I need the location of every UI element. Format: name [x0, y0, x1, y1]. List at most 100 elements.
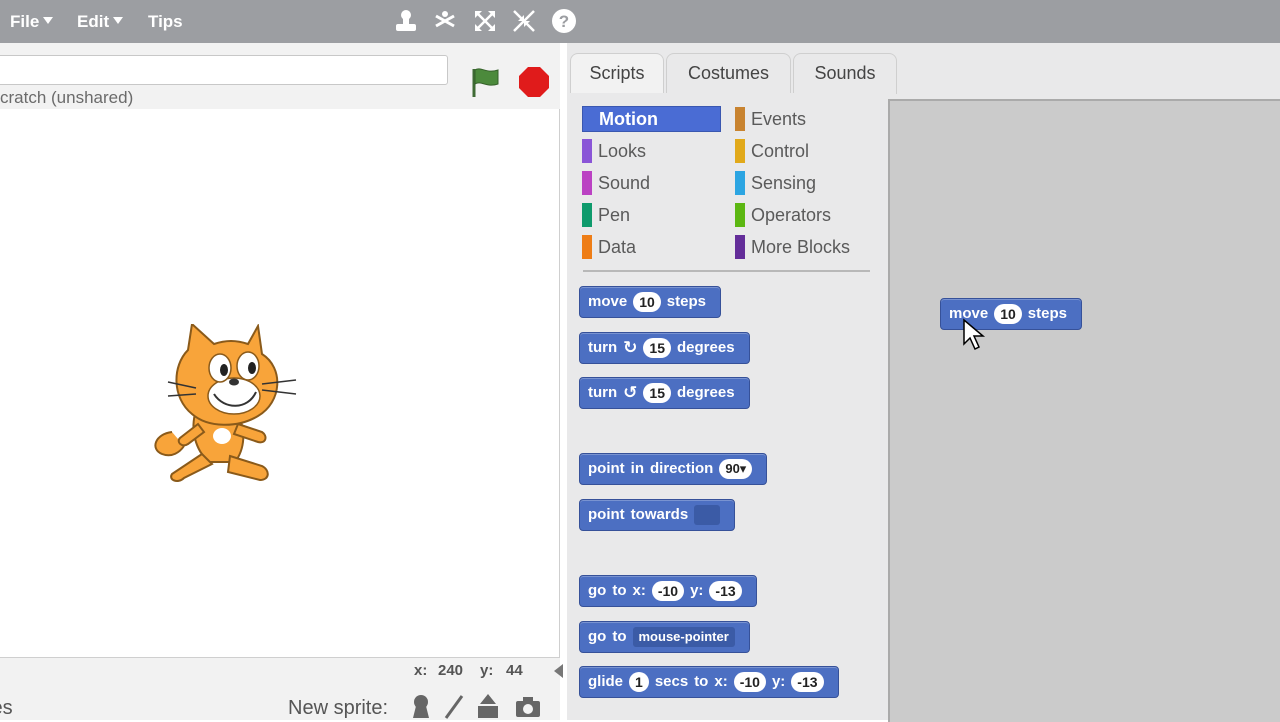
block-word: y:	[690, 582, 704, 600]
upload-sprite-icon[interactable]	[474, 692, 502, 720]
y-input[interactable]: -13	[791, 672, 824, 693]
category-swatch	[735, 139, 745, 163]
block-turn-left[interactable]: turn ↺ 15 degrees	[579, 377, 750, 409]
towards-dropdown[interactable]	[694, 505, 721, 526]
category-label: Sensing	[751, 173, 817, 193]
category-swatch	[582, 235, 592, 259]
green-flag-icon[interactable]	[468, 65, 502, 99]
category-swatch	[735, 203, 745, 227]
category-label: Data	[598, 237, 637, 257]
block-word: go	[588, 628, 607, 646]
category-data[interactable]: Data	[582, 235, 722, 259]
category-control[interactable]: Control	[735, 139, 875, 163]
block-word: direction	[650, 460, 714, 478]
mouse-y-label: y:	[480, 662, 494, 679]
category-swatch	[582, 139, 592, 163]
block-point-in-direction[interactable]: point in direction 90▾	[579, 453, 768, 485]
category-label: Control	[751, 141, 810, 161]
choose-sprite-library-icon[interactable]	[407, 692, 435, 720]
block-word: go	[588, 582, 607, 600]
category-label: Operators	[751, 205, 832, 225]
category-label: Pen	[598, 205, 631, 225]
block-move-steps[interactable]: move 10 steps	[579, 286, 721, 318]
duplicate-stamp-icon[interactable]	[393, 8, 419, 34]
cat-sprite[interactable]	[150, 324, 300, 484]
category-label: More Blocks	[751, 237, 851, 257]
category-label: Events	[751, 109, 807, 129]
category-swatch	[582, 171, 592, 195]
block-word: steps	[1027, 305, 1067, 323]
stage[interactable]	[0, 109, 560, 658]
help-icon[interactable]: ?	[551, 8, 577, 34]
category-swatch	[582, 203, 592, 227]
block-word: x:	[714, 673, 728, 691]
steps-input[interactable]: 10	[633, 292, 661, 313]
category-label: Motion	[599, 109, 658, 129]
y-input[interactable]: -13	[709, 581, 742, 602]
file-menu[interactable]: File	[10, 0, 54, 43]
camera-icon[interactable]	[514, 692, 542, 720]
paint-brush-icon[interactable]	[440, 692, 468, 720]
direction-dropdown[interactable]: 90▾	[719, 459, 753, 480]
tab-costumes[interactable]: Costumes	[666, 53, 791, 94]
degrees-input[interactable]: 15	[643, 338, 671, 359]
rotate-counterclockwise-icon: ↺	[623, 383, 638, 403]
grow-icon[interactable]	[472, 8, 498, 34]
collapse-arrow-icon[interactable]	[554, 664, 563, 678]
category-label: Sound	[598, 173, 651, 193]
block-word: point	[588, 460, 625, 478]
block-word: degrees	[677, 339, 735, 357]
block-word: degrees	[677, 384, 735, 402]
secs-input[interactable]: 1	[629, 672, 649, 693]
category-events[interactable]: Events	[735, 107, 875, 131]
block-turn-right[interactable]: turn ↻ 15 degrees	[579, 332, 750, 364]
category-swatch	[735, 171, 745, 195]
block-glide[interactable]: glide 1 secs to x: -10 y: -13	[579, 666, 839, 698]
go-to-target-dropdown[interactable]: mouse-pointer	[632, 627, 735, 648]
mouse-x-label: x:	[414, 662, 428, 679]
chevron-down-icon	[43, 17, 54, 25]
cut-scissors-icon[interactable]	[432, 8, 458, 34]
block-word: towards	[630, 506, 689, 524]
mouse-cursor-icon	[963, 318, 986, 351]
category-pen[interactable]: Pen	[582, 203, 722, 227]
stage-footer	[0, 658, 560, 686]
project-title-input[interactable]	[0, 55, 448, 85]
new-sprite-label: New sprite:	[288, 697, 389, 719]
block-word: x:	[632, 582, 646, 600]
block-word: y:	[771, 673, 786, 691]
tab-scripts[interactable]: Scripts	[570, 53, 664, 94]
steps-input[interactable]: 10	[994, 304, 1022, 325]
category-operators[interactable]: Operators	[735, 203, 875, 227]
degrees-input[interactable]: 15	[643, 383, 671, 404]
block-word: in	[630, 460, 644, 478]
category-swatch	[735, 235, 745, 259]
script-area[interactable]	[888, 99, 1280, 722]
stop-sign-icon[interactable]	[517, 65, 551, 99]
shrink-icon[interactable]	[511, 8, 537, 34]
category-sensing[interactable]: Sensing	[735, 171, 875, 195]
category-looks[interactable]: Looks	[582, 139, 722, 163]
block-go-to[interactable]: go to mouse-pointer	[579, 621, 750, 653]
edit-menu[interactable]: Edit	[77, 0, 124, 43]
tips-menu[interactable]: Tips	[148, 0, 183, 43]
category-swatch	[735, 107, 745, 131]
category-more-blocks[interactable]: More Blocks	[735, 235, 875, 259]
x-input[interactable]: -10	[733, 672, 766, 693]
block-word: steps	[666, 293, 706, 311]
svg-text:?: ?	[559, 12, 569, 31]
project-owner: cratch (unshared)	[0, 88, 134, 107]
category-motion[interactable]: Motion	[582, 106, 721, 132]
x-input[interactable]: -10	[651, 581, 685, 602]
tab-sounds[interactable]: Sounds	[793, 53, 897, 94]
sprites-label: tes	[0, 697, 13, 719]
block-go-to-xy[interactable]: go to x: -10 y: -13	[579, 575, 757, 607]
category-sound[interactable]: Sound	[582, 171, 722, 195]
mouse-y-value: 44	[506, 662, 523, 679]
block-point-towards[interactable]: point towards	[579, 499, 736, 531]
menu-bar	[0, 0, 1280, 43]
block-word: to	[694, 673, 709, 691]
block-word: secs	[654, 673, 689, 691]
block-word: turn	[588, 384, 618, 402]
rotate-clockwise-icon: ↻	[623, 338, 638, 358]
